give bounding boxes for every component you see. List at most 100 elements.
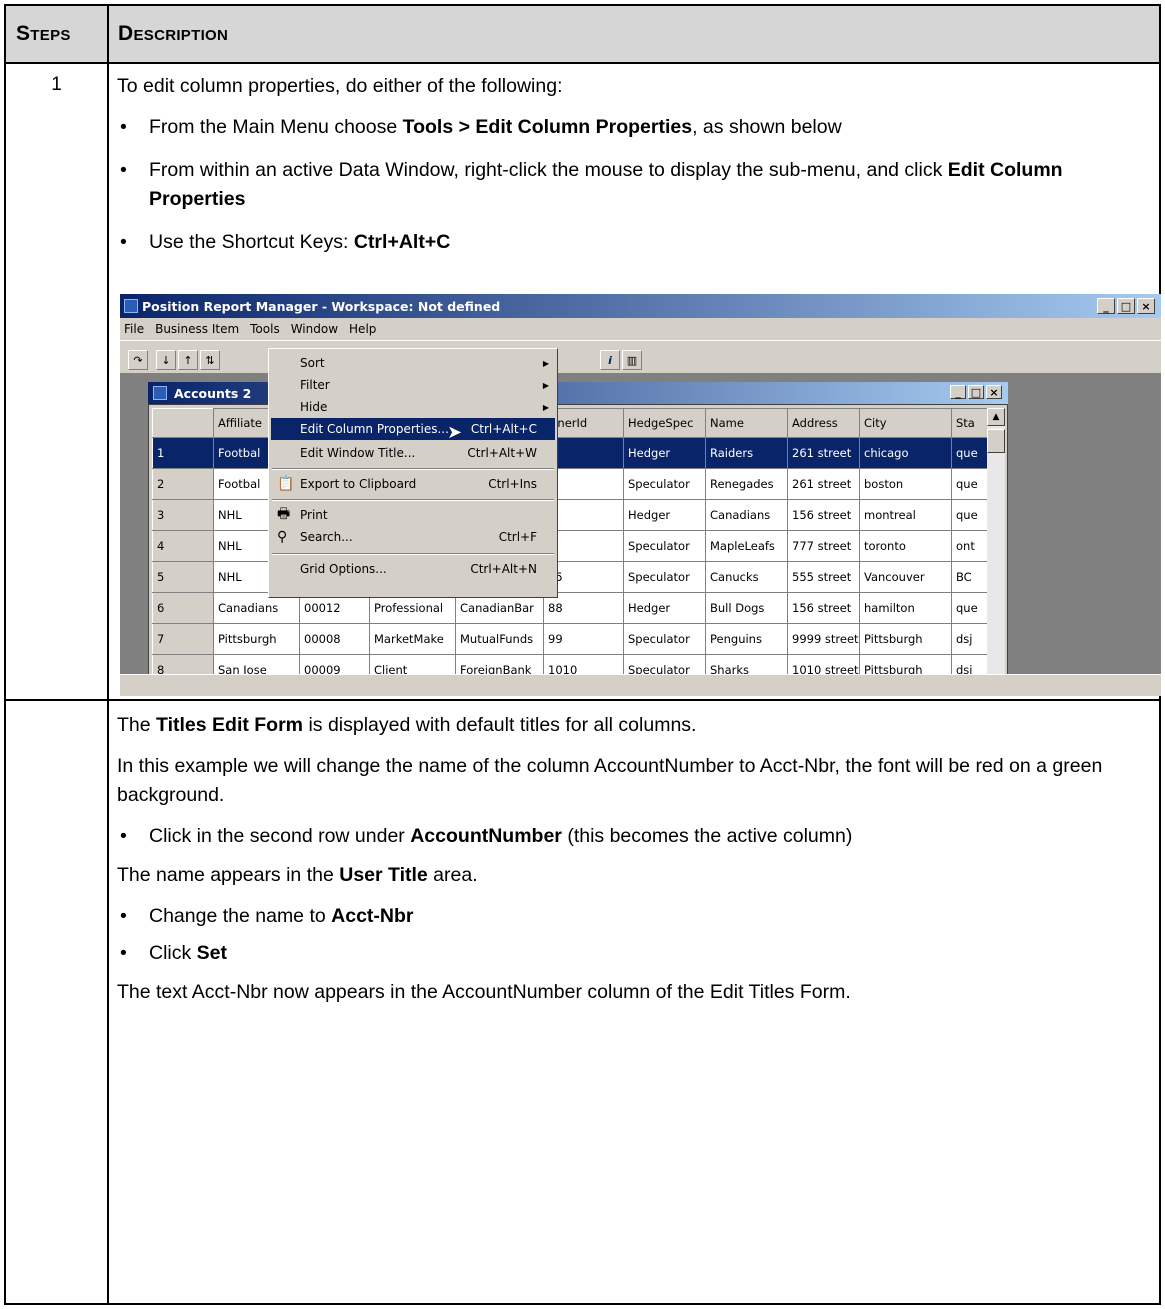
grid-cell[interactable]: que xyxy=(951,468,988,500)
clipboard-icon: 📋 xyxy=(277,476,295,492)
grid-cell[interactable]: que xyxy=(951,437,988,469)
column-header[interactable]: City xyxy=(859,408,952,438)
menu-separator xyxy=(272,499,554,501)
column-header[interactable]: Sta xyxy=(951,408,988,438)
app-title-bar: Position Report Manager - Workspace: Not… xyxy=(120,294,1161,318)
grid-cell[interactable]: toronto xyxy=(859,530,952,562)
row-header[interactable]: 6 xyxy=(152,592,214,624)
grid-cell[interactable]: Hedger xyxy=(623,437,706,469)
row-header[interactable]: 3 xyxy=(152,499,214,531)
grid-cell[interactable]: montreal xyxy=(859,499,952,531)
grid-cell[interactable]: Speculator xyxy=(623,561,706,593)
sort-descending-icon[interactable]: ↑ xyxy=(178,350,198,370)
menu-separator xyxy=(272,468,554,470)
grid-cell[interactable]: Hedger xyxy=(623,592,706,624)
menu-item-print[interactable]: 🖶 Print xyxy=(271,504,555,526)
maximize-button[interactable]: □ xyxy=(968,385,984,399)
grid-cell[interactable]: MarketMake xyxy=(369,623,456,655)
minimize-button[interactable]: _ xyxy=(950,385,966,399)
grid-cell[interactable]: ont xyxy=(951,530,988,562)
scroll-thumb[interactable] xyxy=(987,429,1005,453)
grid-cell[interactable]: Vancouver xyxy=(859,561,952,593)
grid-cell[interactable]: Speculator xyxy=(623,623,706,655)
grid-cell[interactable]: MutualFunds xyxy=(455,623,544,655)
menu-item-grid-options[interactable]: Grid Options... Ctrl+Alt+N xyxy=(271,558,555,580)
grid-cell[interactable]: Speculator xyxy=(623,468,706,500)
vertical-scrollbar[interactable]: ▲ ▼ xyxy=(987,408,1005,696)
row-header[interactable]: 4 xyxy=(152,530,214,562)
menu-window[interactable]: Window xyxy=(291,322,338,336)
column-header[interactable]: Address xyxy=(787,408,860,438)
menu-item-search[interactable]: ⚲ Search... Ctrl+F xyxy=(271,526,555,548)
step2-bullet: Click Set xyxy=(120,939,1150,968)
grid-cell[interactable]: MapleLeafs xyxy=(705,530,788,562)
grid-cell[interactable]: Pittsburgh xyxy=(213,623,300,655)
sort-custom-icon[interactable]: ⇅ xyxy=(200,350,220,370)
grid-cell[interactable]: 555 street xyxy=(787,561,860,593)
menu-item-edit-column-properties[interactable]: Edit Column Properties... Ctrl+Alt+C xyxy=(271,418,555,440)
sort-ascending-icon[interactable]: ↓ xyxy=(156,350,176,370)
grid-cell[interactable]: Raiders xyxy=(705,437,788,469)
grid-cell[interactable]: Pittsburgh xyxy=(859,623,952,655)
menu-file[interactable]: File xyxy=(124,322,144,336)
grid-cell[interactable]: 9999 street xyxy=(787,623,860,655)
menu-business-item[interactable]: Business Item xyxy=(155,322,239,336)
menu-item-hide[interactable]: Hide ▶ xyxy=(271,396,555,418)
grid-cell[interactable]: 777 street xyxy=(787,530,860,562)
grid-cell[interactable]: 261 street xyxy=(787,468,860,500)
grid-cell[interactable]: Canucks xyxy=(705,561,788,593)
close-button[interactable]: × xyxy=(986,385,1002,399)
row-header[interactable]: 2 xyxy=(152,468,214,500)
row-header[interactable]: 1 xyxy=(152,437,214,469)
column-header[interactable]: HedgeSpec xyxy=(623,408,706,438)
column-header[interactable]: Name xyxy=(705,408,788,438)
grid-cell[interactable]: hamilton xyxy=(859,592,952,624)
info-icon[interactable]: i xyxy=(600,350,620,370)
step2-paragraph: The name appears in the User Title area. xyxy=(117,864,478,886)
grid-cell[interactable]: 156 street xyxy=(787,499,860,531)
grid-cell[interactable]: Penguins xyxy=(705,623,788,655)
menu-item-export-clipboard[interactable]: 📋 Export to Clipboard Ctrl+Ins xyxy=(271,473,555,495)
step2-paragraph: The Titles Edit Form is displayed with d… xyxy=(117,714,697,736)
steps-header: Steps xyxy=(16,22,71,45)
grid-cell[interactable]: 00008 xyxy=(299,623,370,655)
row-divider xyxy=(6,699,1159,701)
maximize-button[interactable]: □ xyxy=(1117,298,1135,314)
grid-cell[interactable]: 156 street xyxy=(787,592,860,624)
grid-cell[interactable]: dsj xyxy=(951,623,988,655)
grid-cell[interactable]: 99 xyxy=(543,623,624,655)
grid-cell[interactable]: chicago xyxy=(859,437,952,469)
grid-cell[interactable]: BC xyxy=(951,561,988,593)
grid-cell[interactable]: boston xyxy=(859,468,952,500)
app-screenshot: Position Report Manager - Workspace: Not… xyxy=(120,294,1161,696)
window-icon xyxy=(153,386,167,400)
menu-item-sort[interactable]: Sort ▶ xyxy=(271,352,555,374)
columns-icon[interactable]: ▥ xyxy=(622,350,642,370)
refresh-icon[interactable]: ↷ xyxy=(128,350,148,370)
grid-cell[interactable]: que xyxy=(951,499,988,531)
row-header[interactable]: 7 xyxy=(152,623,214,655)
submenu-arrow-icon: ▶ xyxy=(542,358,549,368)
menu-help[interactable]: Help xyxy=(349,322,376,336)
accounts-title: Accounts 2 xyxy=(174,385,252,401)
close-button[interactable]: × xyxy=(1137,298,1155,314)
step2-bullet: Change the name to Acct-Nbr xyxy=(120,902,1150,931)
grid-cell[interactable]: Speculator xyxy=(623,530,706,562)
table-row[interactable]: 7 Pittsburgh 00008 MarketMake MutualFunds 99 S… xyxy=(152,623,988,655)
minimize-button[interactable]: _ xyxy=(1097,298,1115,314)
column-divider xyxy=(107,6,109,1303)
grid-cell[interactable]: que xyxy=(951,592,988,624)
scroll-up-icon[interactable]: ▲ xyxy=(987,408,1005,426)
grid-cell[interactable]: Bull Dogs xyxy=(705,592,788,624)
grid-cell[interactable]: 261 street xyxy=(787,437,860,469)
submenu-arrow-icon: ▶ xyxy=(542,402,549,412)
grid-cell[interactable]: Canadians xyxy=(705,499,788,531)
menu-item-edit-window-title[interactable]: Edit Window Title... Ctrl+Alt+W xyxy=(271,442,555,464)
step1-bullet: From within an active Data Window, right… xyxy=(120,156,1150,214)
menu-separator xyxy=(272,553,554,555)
grid-cell[interactable]: Hedger xyxy=(623,499,706,531)
row-header[interactable]: 5 xyxy=(152,561,214,593)
menu-tools[interactable]: Tools xyxy=(250,322,280,336)
menu-item-filter[interactable]: Filter ▶ xyxy=(271,374,555,396)
grid-cell[interactable]: Renegades xyxy=(705,468,788,500)
